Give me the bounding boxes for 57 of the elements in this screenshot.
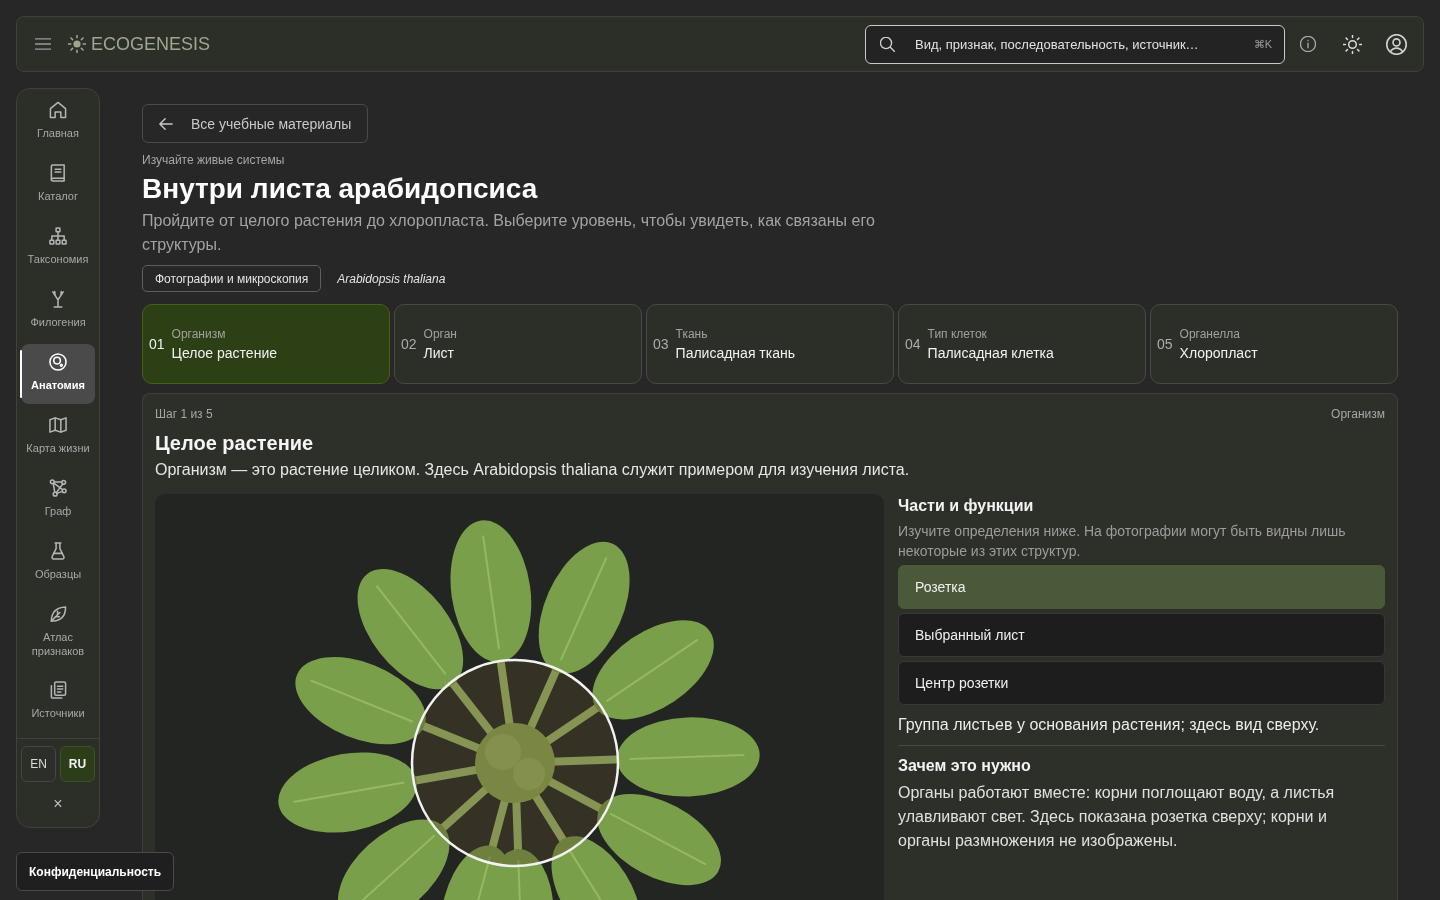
nav-item[interactable]: Атлас признаков: [21, 596, 95, 669]
step-description: Организм — это растение целиком. Здесь Arabidopsis thaliana служит примером для изучения листа.: [155, 460, 911, 480]
search-icon: [880, 36, 895, 52]
branching-icon: [49, 290, 67, 308]
nav-item[interactable]: Образцы: [21, 533, 95, 593]
home-icon: [49, 101, 67, 119]
close-button[interactable]: ×: [49, 794, 67, 814]
step-counter: Шаг 1 из 5: [155, 406, 213, 422]
nav-item[interactable]: Филогения: [21, 281, 95, 341]
user-icon: [1386, 33, 1407, 55]
part-option[interactable]: Розетка: [898, 565, 1385, 609]
part-option[interactable]: Выбранный лист: [898, 613, 1385, 657]
page-title: Внутри листа арабидопсиса: [142, 172, 539, 206]
nav-item[interactable]: Граф: [21, 470, 95, 530]
parts-hint: Изучите определения ниже. На фотографии могут быть видны лишь некоторые из этих структур.: [898, 522, 1347, 561]
language-button[interactable]: EN: [21, 746, 56, 782]
back-button[interactable]: Все учебные материалы: [142, 104, 369, 143]
arrow-left-icon: [159, 116, 173, 131]
flask-icon: [49, 542, 67, 560]
nav-item[interactable]: Главная: [21, 92, 95, 152]
logo-icon: [68, 35, 86, 53]
search-bar[interactable]: Вид, признак, последовательность, источник… ⌘K: [865, 24, 1285, 64]
theme-toggle[interactable]: [1343, 34, 1362, 54]
map-icon: [49, 416, 67, 434]
documents-icon: [49, 681, 67, 699]
info-icon: [1300, 36, 1316, 52]
why-text: Органы работают вместе: корни поглощают воду, а листья улавливают свет. Здесь показана розетка сверху; корни и органы размножения не изображены.: [898, 783, 1336, 851]
step-title: Целое растение: [155, 431, 315, 455]
sun-icon: [1343, 34, 1362, 54]
nav-item[interactable]: Таксономия: [21, 218, 95, 278]
nav-item[interactable]: Анатомия: [21, 344, 95, 404]
graph-icon: [49, 479, 67, 497]
page-description: Пройдите от целого растения до хлоропласта. Выберите уровень, чтобы увидеть, как связаны его структуры.: [142, 211, 876, 255]
search-field[interactable]: Вид, признак, последовательность, источник…: [915, 36, 1248, 52]
parts-heading: Части и функции: [898, 496, 1035, 516]
menu-button[interactable]: [35, 37, 51, 51]
shortcut-hint: ⌘K: [1253, 37, 1272, 51]
info-button[interactable]: [1300, 36, 1316, 52]
media-type-tag: Фотографии и микроскопия: [142, 265, 322, 292]
language-button[interactable]: RU: [60, 746, 95, 782]
species-name: Arabidopsis thaliana: [337, 271, 446, 286]
menu-icon: [35, 37, 51, 51]
nav-item[interactable]: Источники: [21, 672, 95, 732]
leaf-icon: [49, 605, 67, 623]
part-definition: Группа листьев у основания растения; здесь вид сверху.: [898, 715, 1321, 735]
brand-name: ECOGENESIS: [91, 33, 211, 55]
nav-item[interactable]: Каталог: [21, 155, 95, 215]
book-icon: [49, 164, 67, 182]
page-eyebrow: Изучайте живые системы: [142, 152, 286, 168]
cell-icon: [49, 353, 67, 371]
why-heading: Зачем это нужно: [898, 756, 1032, 776]
account-button[interactable]: [1386, 33, 1407, 55]
privacy-button[interactable]: Конфиденциальность: [16, 852, 175, 891]
nav-item[interactable]: Карта жизни: [21, 407, 95, 467]
hierarchy-icon: [49, 227, 67, 245]
part-option[interactable]: Центр розетки: [898, 661, 1385, 705]
level-label: Организм: [1331, 406, 1385, 422]
